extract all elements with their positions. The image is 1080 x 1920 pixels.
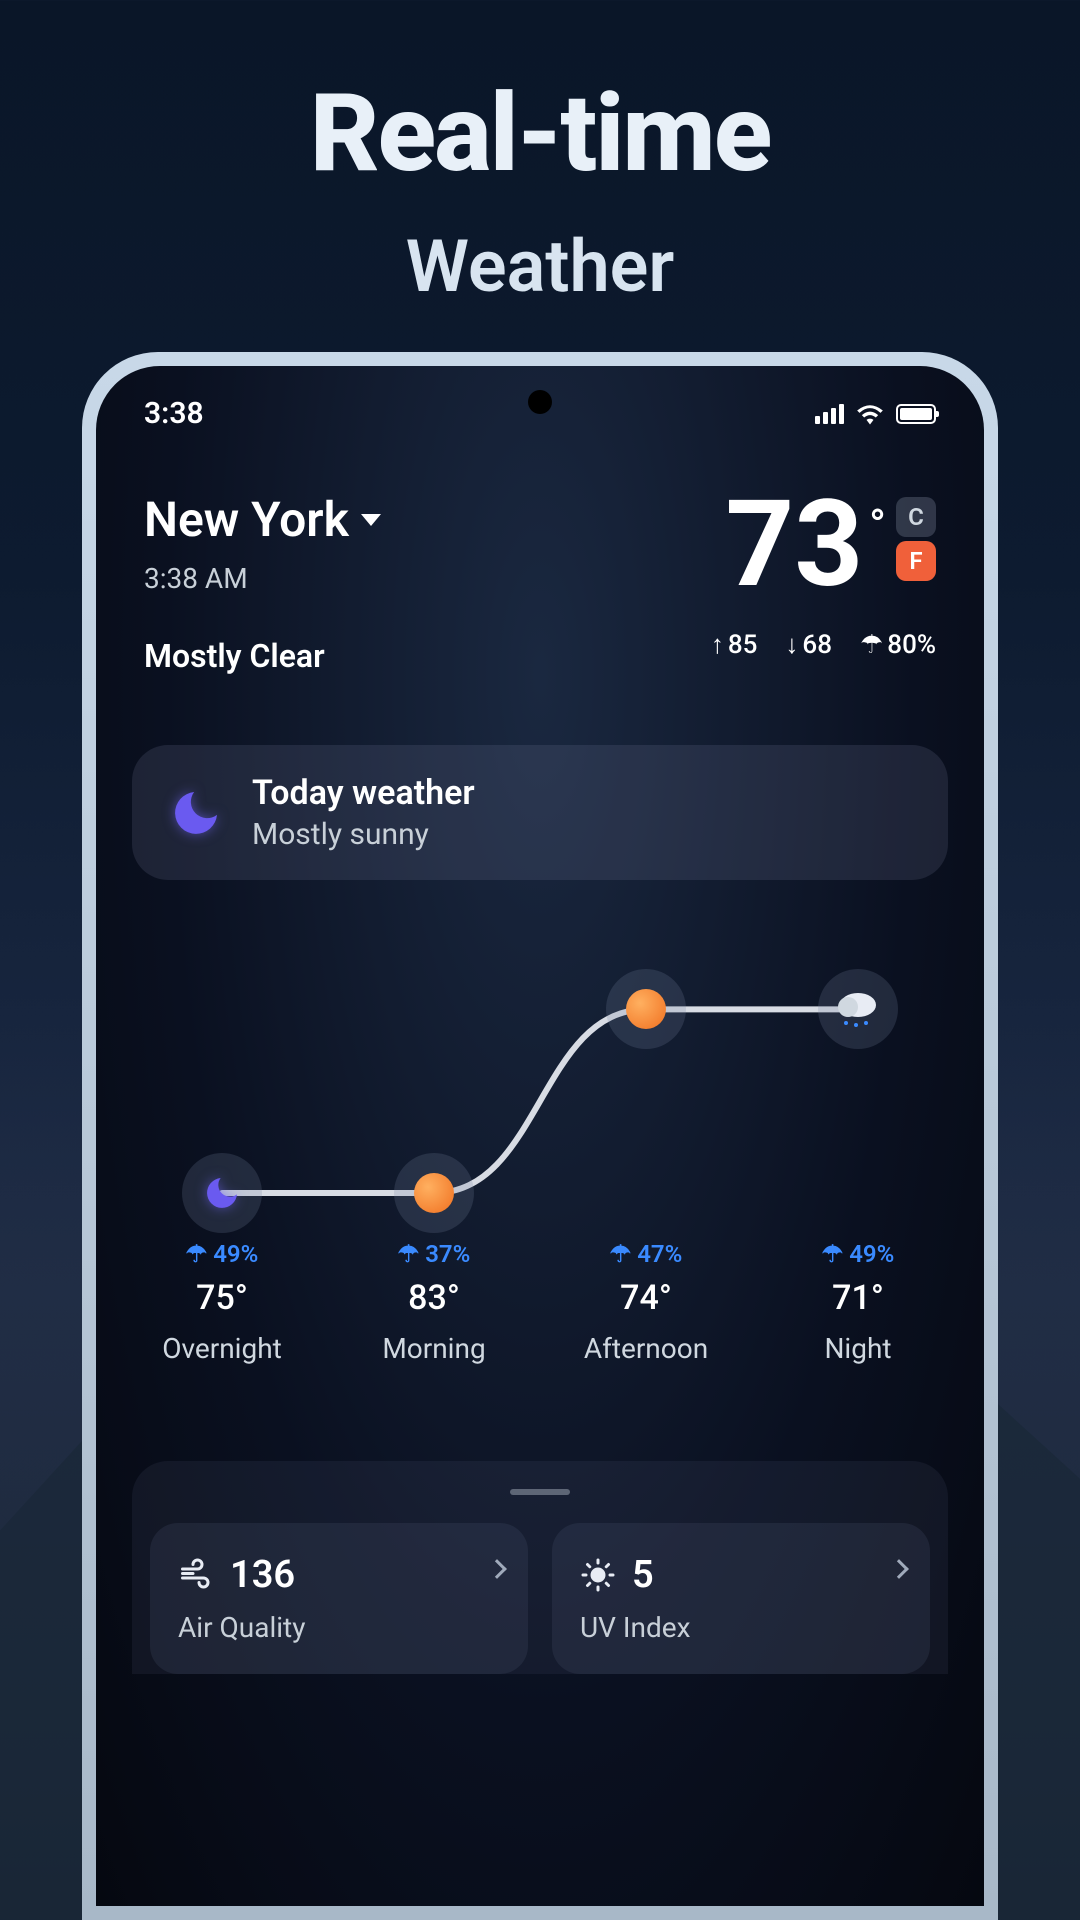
- hourly-precip: 49%: [116, 1240, 328, 1268]
- umbrella-icon: [610, 1240, 632, 1268]
- phone-frame: 3:38 New York 3:38 AM Mostly: [82, 352, 998, 1920]
- uv-index-label: UV Index: [580, 1611, 902, 1644]
- hourly-label: Afternoon: [540, 1332, 752, 1365]
- air-quality-value: 136: [230, 1553, 295, 1597]
- hourly-temp: 74°: [540, 1278, 752, 1318]
- forecast-curve: [116, 950, 964, 1220]
- forecast-point: [394, 1153, 474, 1233]
- umbrella-icon: [860, 630, 883, 660]
- fahrenheit-button[interactable]: F: [896, 541, 936, 581]
- phone-screen: 3:38 New York 3:38 AM Mostly: [96, 366, 984, 1906]
- hourly-label: Night: [752, 1332, 964, 1365]
- hourly-precip: 47%: [540, 1240, 752, 1268]
- weather-header: New York 3:38 AM Mostly Clear 73 ° C F 8…: [96, 431, 984, 675]
- chevron-down-icon: [361, 514, 381, 526]
- chevron-right-icon: [892, 1561, 906, 1580]
- arrow-up-icon: [711, 629, 724, 660]
- unit-toggle: C F: [896, 497, 936, 581]
- phone-camera-notch: [528, 390, 552, 414]
- celsius-button[interactable]: C: [896, 497, 936, 537]
- wind-icon: [178, 1557, 214, 1593]
- air-quality-label: Air Quality: [178, 1611, 500, 1644]
- forecast-point: [818, 969, 898, 1049]
- bottom-panel[interactable]: 136 Air Quality 5 UV Index: [132, 1461, 948, 1674]
- signal-icon: [815, 404, 844, 424]
- high-temp: 85: [711, 629, 758, 660]
- hourly-temp: 75°: [116, 1278, 328, 1318]
- chevron-right-icon: [490, 1561, 504, 1580]
- headline-main: Real-time: [0, 80, 1080, 188]
- arrow-down-icon: [785, 629, 798, 660]
- temperature-block: 73 ° C F 85 68 80%: [711, 491, 936, 675]
- location-time: 3:38 AM: [144, 562, 381, 595]
- status-time: 3:38: [144, 396, 204, 431]
- temperature-value: 73: [725, 491, 863, 599]
- battery-icon: [896, 404, 936, 424]
- precip-chance: 80%: [860, 629, 936, 660]
- low-temp: 68: [785, 629, 832, 660]
- hourly-column[interactable]: 49% 71° Night: [752, 1240, 964, 1365]
- wifi-icon: [856, 403, 884, 425]
- hourly-temp: 83°: [328, 1278, 540, 1318]
- status-icons: [815, 403, 936, 425]
- umbrella-icon: [398, 1240, 420, 1268]
- air-quality-tile[interactable]: 136 Air Quality: [150, 1523, 528, 1674]
- hourly-precip: 49%: [752, 1240, 964, 1268]
- today-weather-card[interactable]: Today weather Mostly sunny: [132, 745, 948, 880]
- today-desc: Mostly sunny: [252, 817, 475, 852]
- location-selector[interactable]: New York: [144, 491, 381, 548]
- uv-index-value: 5: [632, 1553, 654, 1597]
- forecast-point: [606, 969, 686, 1049]
- hourly-label: Overnight: [116, 1332, 328, 1365]
- umbrella-icon: [186, 1240, 208, 1268]
- umbrella-icon: [822, 1240, 844, 1268]
- today-title: Today weather: [252, 773, 475, 813]
- location-block: New York 3:38 AM Mostly Clear: [144, 491, 381, 675]
- condition-text: Mostly Clear: [144, 637, 381, 675]
- hourly-precip: 37%: [328, 1240, 540, 1268]
- drag-handle[interactable]: [510, 1489, 570, 1495]
- hourly-column[interactable]: 37% 83° Morning: [328, 1240, 540, 1365]
- forecast-point: [182, 1153, 262, 1233]
- moon-icon: [168, 785, 224, 841]
- promo-headline: Real-time Weather: [0, 0, 1080, 309]
- hourly-column[interactable]: 49% 75° Overnight: [116, 1240, 328, 1365]
- headline-sub: Weather: [0, 224, 1080, 309]
- hourly-temp: 71°: [752, 1278, 964, 1318]
- sun-icon: [580, 1557, 616, 1593]
- temperature-stats: 85 68 80%: [711, 629, 936, 660]
- degree-symbol: °: [869, 499, 886, 551]
- hourly-forecast[interactable]: 49% 75° Overnight 37% 83° Morning 47% 74° Aftern…: [116, 950, 964, 1365]
- location-name: New York: [144, 491, 349, 548]
- hourly-column[interactable]: 47% 74° Afternoon: [540, 1240, 752, 1365]
- uv-index-tile[interactable]: 5 UV Index: [552, 1523, 930, 1674]
- hourly-label: Morning: [328, 1332, 540, 1365]
